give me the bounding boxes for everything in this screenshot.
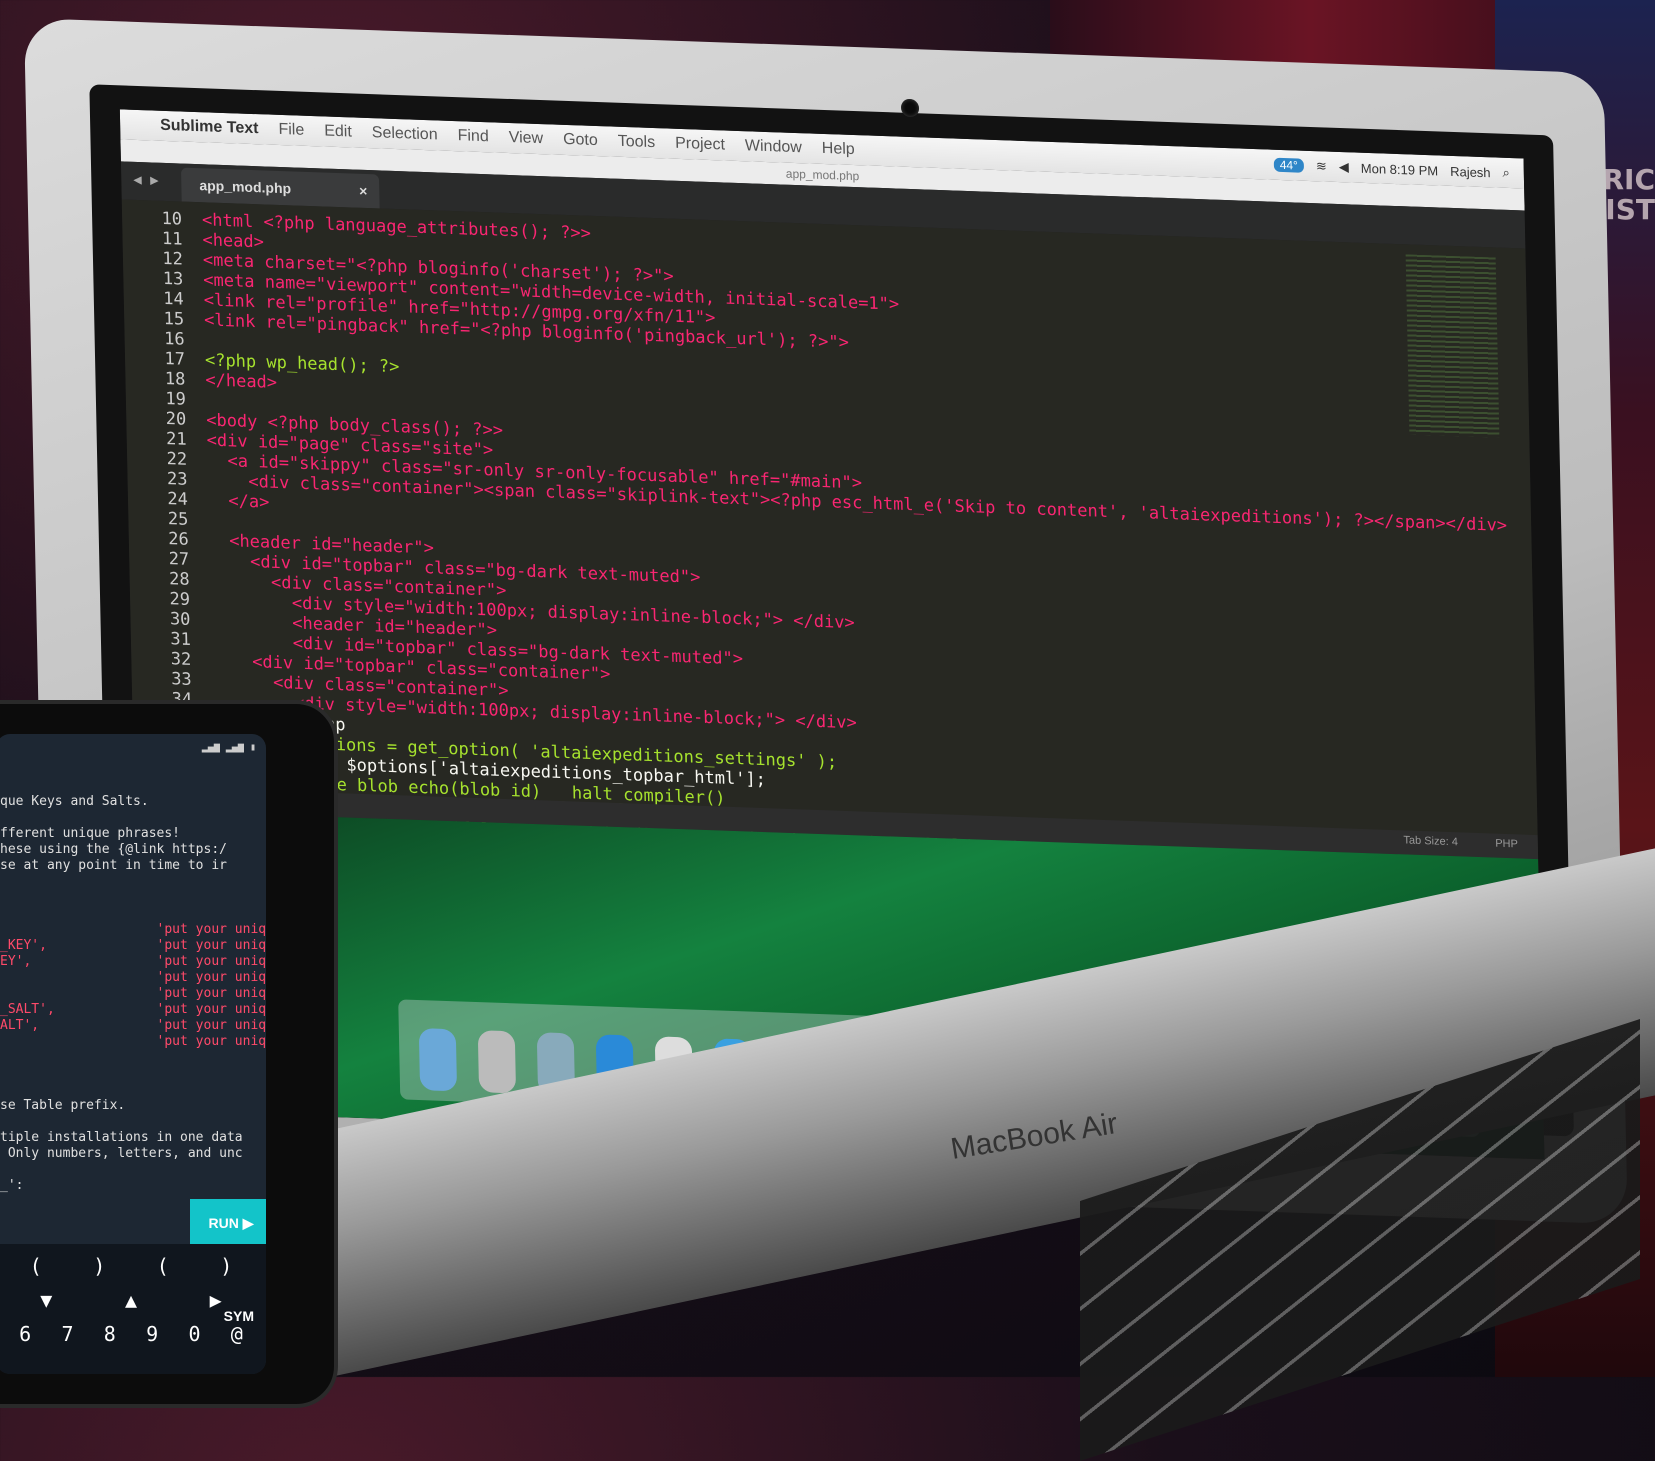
phone-key[interactable]: ( <box>157 1254 169 1278</box>
line-number: 30 <box>169 609 191 630</box>
line-number: 21 <box>165 429 187 450</box>
line-number: 32 <box>170 649 192 670</box>
camera-icon <box>900 98 920 118</box>
phone-key[interactable]: ▲ <box>125 1288 137 1312</box>
phone-code-line <box>0 1082 266 1098</box>
menu-view[interactable]: View <box>509 129 544 148</box>
phone-code-line: se at any point in time to ir <box>0 858 227 873</box>
wifi-icon[interactable]: ≋ <box>1316 158 1327 174</box>
line-number: 23 <box>166 469 188 490</box>
app-menu[interactable]: Sublime Text <box>160 117 259 138</box>
menu-help[interactable]: Help <box>822 140 855 159</box>
line-number: 27 <box>168 549 190 570</box>
phone-code-line: Only numbers, letters, and unc <box>0 1146 243 1161</box>
menubar-clock[interactable]: Mon 8:19 PM <box>1361 160 1439 178</box>
line-number: 12 <box>162 248 184 270</box>
line-number: 33 <box>171 669 192 691</box>
status-syntax[interactable]: PHP <box>1495 838 1518 851</box>
phone-code-line <box>0 1050 266 1066</box>
menu-project[interactable]: Project <box>675 135 725 155</box>
menu-tools[interactable]: Tools <box>618 133 656 152</box>
phone-key[interactable]: ) <box>220 1254 232 1278</box>
tab-nav-arrows-icon[interactable]: ◀ ▶ <box>133 172 159 189</box>
line-number: 11 <box>161 228 183 250</box>
phone-code-line: hese using the {@link https:/ <box>0 842 227 857</box>
launchpad-icon[interactable] <box>477 1030 517 1094</box>
run-button[interactable]: RUN ▶ <box>190 1199 266 1247</box>
phone-status-icons: ▂▄▆ ▂▄▆ ▮ <box>201 742 256 753</box>
spotlight-icon[interactable]: ⌕ <box>1502 165 1510 181</box>
phone-key-row: ▼ ▲ ▶ <box>0 1278 266 1312</box>
weather-badge[interactable]: 44° <box>1273 157 1305 173</box>
phone-key[interactable]: ▼ <box>40 1288 52 1312</box>
phone-code-line: _SALT', 'put your unique phra <box>0 1002 266 1017</box>
tab-label: app_mod.php <box>199 177 292 197</box>
phone-code-line: fferent unique phrases! <box>0 826 181 841</box>
phone-key[interactable]: 7 <box>61 1322 73 1346</box>
sym-key[interactable]: SYM <box>224 1308 254 1324</box>
close-icon[interactable]: × <box>359 174 368 208</box>
phone-code-line: 'put your unique phra <box>156 1034 266 1049</box>
finder-icon[interactable] <box>418 1028 458 1092</box>
phone-code-line <box>0 906 266 922</box>
minimap[interactable] <box>1405 254 1500 438</box>
line-number: 28 <box>168 569 190 590</box>
phone-key[interactable]: ) <box>93 1254 105 1278</box>
status-tab-size[interactable]: Tab Size: 4 <box>1403 834 1458 848</box>
phone-code-line <box>0 1162 266 1178</box>
phone-key[interactable]: ( <box>30 1254 42 1278</box>
line-number: 14 <box>163 288 184 310</box>
phone-code-line: _KEY', 'put your unique phra <box>0 938 266 953</box>
line-number: 24 <box>167 489 189 510</box>
phone-code-line <box>0 874 266 890</box>
line-number: 17 <box>164 348 186 370</box>
menu-selection[interactable]: Selection <box>372 124 438 144</box>
menubar-user[interactable]: Rajesh <box>1450 163 1491 179</box>
line-number: 19 <box>165 389 187 410</box>
menu-find[interactable]: Find <box>457 127 488 146</box>
phone-code-view[interactable]: que Keys and Salts. fferent unique phras… <box>0 794 266 1194</box>
phone-code-line <box>0 810 266 826</box>
line-number: 20 <box>165 409 187 430</box>
line-number: 25 <box>167 509 189 530</box>
menu-file[interactable]: File <box>278 121 304 140</box>
phone-code-line: 'put your unique phra <box>156 922 266 937</box>
phone-code-line <box>0 890 266 906</box>
line-number: 29 <box>169 589 191 610</box>
line-number: 26 <box>168 529 189 550</box>
phone-code-line <box>0 1066 266 1082</box>
phone-key[interactable]: 0 <box>188 1322 200 1346</box>
apple-icon[interactable] <box>120 124 160 125</box>
phone-code-line: _': <box>0 1178 24 1193</box>
phone-screen: ▂▄▆ ▂▄▆ ▮ que Keys and Salts. fferent un… <box>0 734 266 1374</box>
menubar-status: 44° ≋ ◀ Mon 8:19 PM Rajesh ⌕ <box>1273 157 1510 181</box>
line-number: 18 <box>164 368 186 390</box>
menu-window[interactable]: Window <box>745 137 802 157</box>
menu-edit[interactable]: Edit <box>324 123 352 142</box>
phone-key[interactable]: 6 <box>19 1322 31 1346</box>
phone-code-line: 'put your unique phra <box>156 970 266 985</box>
volume-icon[interactable]: ◀ <box>1339 159 1349 175</box>
phone: ▂▄▆ ▂▄▆ ▮ que Keys and Salts. fferent un… <box>0 700 338 1408</box>
phone-code-line: EY', 'put your unique phra <box>0 954 266 969</box>
phone-code-line: que Keys and Salts. <box>0 794 149 809</box>
phone-code-line: ALT', 'put your unique phra <box>0 1018 266 1033</box>
phone-key-row: () () <box>0 1244 266 1278</box>
line-number: 31 <box>170 629 192 650</box>
line-number: 16 <box>163 328 185 350</box>
line-number: 10 <box>161 208 183 230</box>
phone-key[interactable]: 9 <box>146 1322 158 1346</box>
line-number: 13 <box>162 268 184 290</box>
line-number: 22 <box>166 449 188 470</box>
phone-key[interactable]: 8 <box>104 1322 116 1346</box>
line-number: 15 <box>163 308 185 330</box>
phone-code-line: se Table prefix. <box>0 1098 126 1113</box>
phone-code-line: tiple installations in one data <box>0 1130 243 1145</box>
phone-key[interactable]: ▶ <box>210 1288 222 1312</box>
phone-extra-keys: () () ▼ ▲ ▶ 6 7 8 9 0 @ SYM <box>0 1244 266 1374</box>
phone-key[interactable]: @ <box>231 1322 243 1346</box>
menu-goto[interactable]: Goto <box>563 131 598 150</box>
phone-code-line <box>0 1114 266 1130</box>
phone-code-line: 'put your unique phra <box>156 986 266 1001</box>
